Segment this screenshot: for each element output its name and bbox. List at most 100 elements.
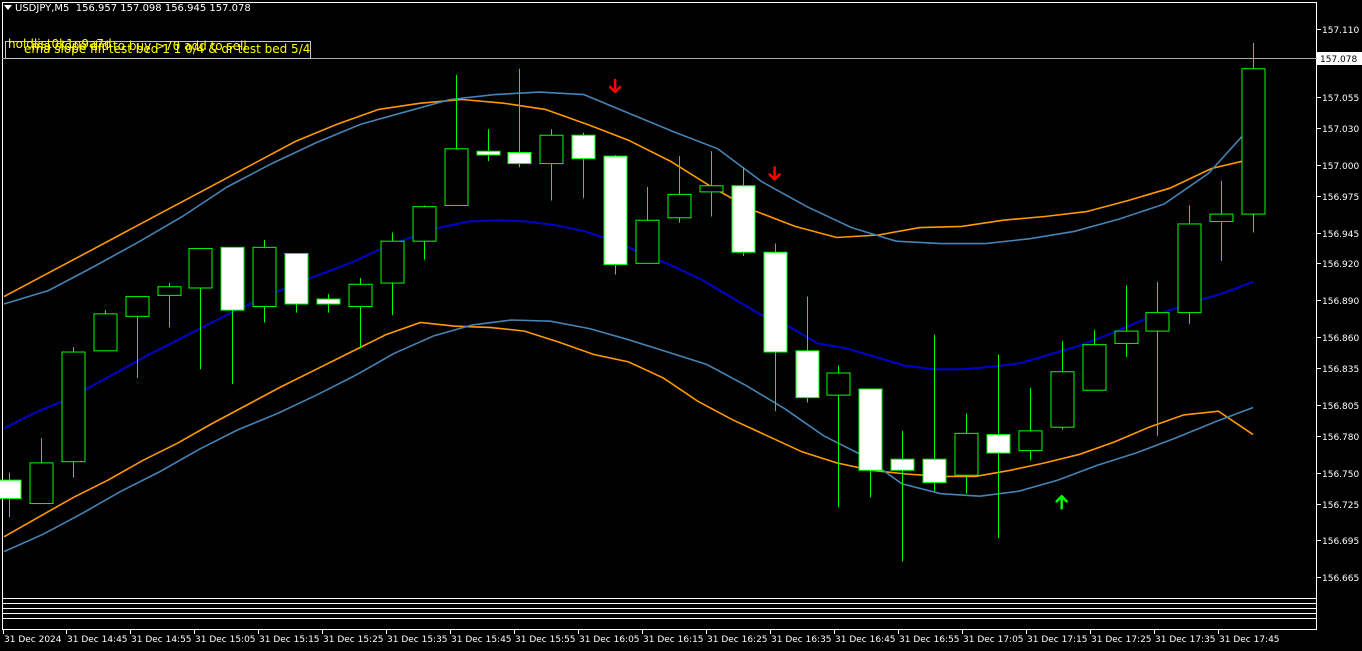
- candle-body: [125, 296, 150, 317]
- candle[interactable]: [1177, 205, 1202, 324]
- candle-body: [1145, 312, 1170, 332]
- candle[interactable]: [795, 296, 820, 403]
- x-tick-label: 31 Dec 17:05: [963, 635, 1024, 645]
- candle[interactable]: [1241, 42, 1266, 233]
- y-tick-label: 156.780: [1322, 433, 1359, 443]
- candle-body: [858, 388, 883, 471]
- candle[interactable]: [1082, 329, 1107, 391]
- candle-body: [795, 350, 820, 399]
- candle-body: [507, 151, 532, 165]
- price-axis[interactable]: 157.110157.085157.055157.030157.000156.9…: [1317, 26, 1359, 584]
- candle-body: [412, 206, 437, 242]
- candle[interactable]: [412, 205, 437, 260]
- candle-body: [986, 434, 1011, 454]
- candle[interactable]: [316, 294, 341, 313]
- x-tick-label: 31 Dec 15:25: [323, 635, 384, 645]
- y-tick-label: 156.945: [1322, 230, 1359, 240]
- x-tick-label: 31 Dec 14:55: [131, 635, 192, 645]
- candle[interactable]: [507, 68, 532, 168]
- candle-body: [539, 134, 564, 165]
- price-chart[interactable]: 157.110157.085157.055157.030157.000156.9…: [0, 0, 1362, 651]
- candle[interactable]: [380, 232, 405, 316]
- candle-body: [890, 458, 915, 471]
- x-tick-label: 31 Dec 17:25: [1091, 635, 1152, 645]
- symbol-label: USDJPY,M5: [15, 3, 70, 14]
- candle[interactable]: [603, 154, 628, 275]
- sell-arrow-icon: [768, 166, 781, 181]
- candle[interactable]: [986, 354, 1011, 539]
- candle-body: [763, 251, 788, 353]
- candle[interactable]: [635, 186, 660, 264]
- y-tick-label: 156.860: [1322, 334, 1359, 344]
- candle-body: [380, 240, 405, 284]
- y-tick-label: 156.665: [1322, 574, 1359, 584]
- candle-body: [667, 193, 692, 219]
- y-tick-label: 156.725: [1322, 501, 1359, 511]
- candle[interactable]: [252, 239, 277, 323]
- candle[interactable]: [1018, 387, 1043, 461]
- indicator-line-1: [3, 321, 1254, 538]
- candle-body: [635, 219, 660, 264]
- candle[interactable]: [763, 243, 788, 412]
- chart-header[interactable]: USDJPY,M5 156.957 157.098 156.945 157.07…: [4, 3, 251, 14]
- candle[interactable]: [1114, 285, 1139, 357]
- candle[interactable]: [826, 365, 851, 508]
- y-tick-label: 156.890: [1322, 297, 1359, 307]
- candle[interactable]: [890, 430, 915, 562]
- candle-body: [284, 252, 309, 305]
- candle[interactable]: [922, 334, 947, 492]
- candle[interactable]: [1050, 340, 1075, 430]
- candle-body: [1209, 213, 1234, 222]
- x-tick-label: 31 Dec 17:35: [1155, 635, 1216, 645]
- candle-body: [188, 248, 213, 289]
- candle[interactable]: [0, 472, 22, 518]
- y-tick-label: 156.750: [1322, 470, 1359, 480]
- candle[interactable]: [858, 388, 883, 498]
- candle-body: [93, 313, 118, 352]
- candle[interactable]: [954, 413, 979, 494]
- y-tick-label: 157.030: [1322, 125, 1359, 135]
- candle[interactable]: [1145, 281, 1170, 436]
- candle-body: [252, 246, 277, 307]
- candle[interactable]: [284, 252, 309, 313]
- candlesticks: [0, 42, 1266, 562]
- candle-body: [348, 283, 373, 307]
- candle[interactable]: [731, 167, 756, 256]
- candle-body: [0, 479, 22, 500]
- candle[interactable]: [444, 74, 469, 206]
- x-tick-label: 31 Dec 16:35: [771, 635, 832, 645]
- candle[interactable]: [699, 151, 724, 217]
- candle[interactable]: [93, 310, 118, 352]
- x-tick-label: 31 Dec 16:05: [579, 635, 640, 645]
- chart-frame: [2, 2, 1317, 630]
- candle[interactable]: [61, 347, 86, 478]
- ohlc-values: 156.957 157.098 156.945 157.078: [75, 3, 251, 14]
- candle[interactable]: [539, 129, 564, 201]
- candle[interactable]: [1209, 180, 1234, 261]
- y-tick-label: 157.055: [1322, 94, 1359, 104]
- candle[interactable]: [157, 283, 182, 328]
- candle-body: [220, 246, 245, 311]
- candle[interactable]: [571, 132, 596, 199]
- candle-body: [603, 155, 628, 266]
- candle-body: [571, 134, 596, 160]
- x-tick-label: 31 Dec 14:45: [67, 635, 128, 645]
- candle[interactable]: [29, 438, 54, 505]
- candle-body: [826, 372, 851, 396]
- candle[interactable]: [476, 129, 501, 162]
- annotation-line-3: ema slope fifl test bed 1 1 0/4 & dr tes…: [24, 42, 311, 56]
- buy-arrow-icon: [1055, 495, 1068, 510]
- candle[interactable]: [348, 278, 373, 349]
- candle[interactable]: [188, 248, 213, 370]
- candle-body: [316, 298, 341, 305]
- candle-body: [1018, 430, 1043, 452]
- candle-body: [954, 432, 979, 476]
- candle-body: [1082, 344, 1107, 391]
- chevron-down-icon[interactable]: [4, 5, 12, 10]
- time-axis[interactable]: 31 Dec 2024 31 Dec 14:45 31 Dec 14:55 31 De…: [3, 630, 1280, 645]
- x-tick-label: 31 Dec 17:15: [1027, 635, 1088, 645]
- candle-body: [444, 148, 469, 206]
- candle[interactable]: [667, 156, 692, 223]
- x-tick-label: 31 Dec 15:35: [387, 635, 448, 645]
- candle-body: [1114, 330, 1139, 344]
